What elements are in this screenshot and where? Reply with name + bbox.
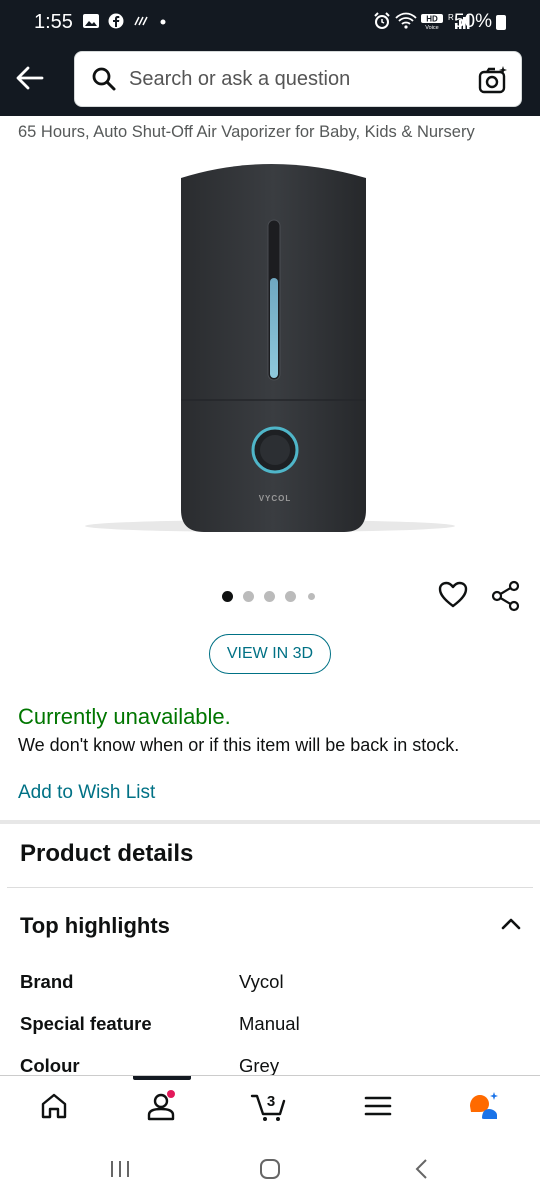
product-title: 65 Hours, Auto Shut-Off Air Vaporizer fo… — [18, 123, 475, 141]
divider — [7, 887, 533, 888]
menu-icon[interactable] — [362, 1090, 394, 1122]
search-header: Search or ask a question — [0, 46, 540, 116]
share-icon[interactable] — [490, 580, 522, 612]
chevron-up-icon[interactable] — [499, 912, 523, 936]
camera-search-icon[interactable] — [477, 64, 509, 96]
dot-icon — [160, 19, 166, 25]
account-icon[interactable] — [145, 1090, 177, 1122]
missed-call-icon — [134, 16, 148, 26]
status-time: 1:55 — [34, 11, 73, 33]
home-icon[interactable] — [38, 1090, 70, 1122]
notification-icons — [82, 12, 167, 30]
availability-status: Currently unavailable. — [18, 704, 231, 729]
facebook-icon — [108, 13, 124, 29]
svg-text:Voice: Voice — [426, 25, 439, 30]
alarm-icon — [374, 12, 390, 29]
back-arrow-icon[interactable] — [14, 62, 46, 94]
spec-value: Vycol — [239, 971, 284, 992]
system-navigation-bar — [0, 1139, 540, 1200]
carousel-dot[interactable] — [285, 591, 296, 602]
spec-label: Colour — [20, 1055, 80, 1076]
hd-voice-icon: HDVoice — [421, 14, 444, 31]
heart-icon[interactable] — [438, 580, 468, 610]
search-placeholder: Search or ask a question — [129, 68, 351, 90]
spec-label: Special feature — [20, 1013, 152, 1034]
view-in-3d-button[interactable]: VIEW IN 3D — [209, 634, 331, 674]
carousel-dot[interactable] — [243, 591, 254, 602]
cart-count: 3 — [267, 1093, 275, 1110]
search-icon — [92, 67, 116, 91]
bottom-navigation: 3 — [0, 1075, 540, 1140]
carousel-dot[interactable] — [264, 591, 275, 602]
gallery-icon — [83, 13, 99, 28]
spec-value: Grey — [239, 1055, 280, 1076]
svg-text:HD: HD — [427, 15, 439, 24]
spec-label: Brand — [20, 971, 74, 992]
search-input[interactable]: Search or ask a question — [74, 51, 522, 107]
rufus-assistant-icon[interactable] — [468, 1090, 500, 1122]
cart-icon[interactable]: 3 — [250, 1090, 288, 1122]
availability-message: We don't know when or if this item will … — [18, 735, 460, 755]
status-bar: 1:55 HD Voice R 50% — [0, 0, 540, 46]
add-to-wish-list-link[interactable]: Add to Wish List — [18, 782, 155, 804]
spec-value: Manual — [239, 1013, 300, 1034]
carousel-dot[interactable] — [308, 593, 315, 600]
wifi-icon — [395, 12, 417, 29]
brand-mark: VYCOL — [259, 494, 292, 503]
section-divider — [0, 820, 540, 824]
product-details-title: Product details — [20, 840, 194, 867]
carousel-dot[interactable] — [222, 591, 233, 602]
back-button-icon[interactable] — [410, 1157, 434, 1181]
battery-icon — [496, 15, 506, 30]
recent-apps-icon[interactable] — [108, 1157, 132, 1181]
top-highlights-toggle[interactable]: Top highlights — [20, 913, 170, 939]
product-image[interactable]: VYCOL — [80, 150, 460, 550]
home-button-icon[interactable] — [258, 1157, 282, 1181]
active-tab-indicator — [133, 1076, 191, 1080]
battery-percent: 50% — [453, 11, 492, 32]
